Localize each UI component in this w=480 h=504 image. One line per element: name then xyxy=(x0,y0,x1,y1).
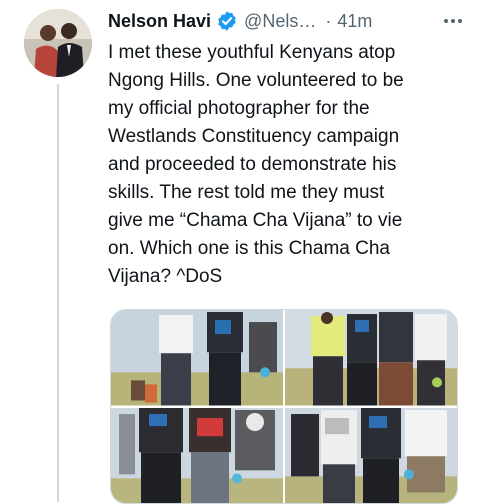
avatar[interactable] xyxy=(24,9,92,77)
photo-2[interactable] xyxy=(285,310,457,406)
photo-1[interactable] xyxy=(111,310,283,406)
verified-badge-icon xyxy=(216,10,238,32)
photo-4[interactable] xyxy=(285,407,457,503)
tweet-header: Nelson Havi @Nels… · 41m xyxy=(108,8,466,34)
media-grid xyxy=(110,309,458,504)
author-name[interactable]: Nelson Havi xyxy=(108,11,211,32)
more-options-icon[interactable] xyxy=(440,8,466,34)
thread-line xyxy=(57,84,59,502)
tweet-timestamp[interactable]: 41m xyxy=(337,11,372,32)
tweet-text: I met these youthful Kenyans atop Ngong … xyxy=(108,42,404,287)
photo-3[interactable] xyxy=(111,407,283,503)
author-handle[interactable]: @Nels… xyxy=(244,11,316,32)
separator-dot: · xyxy=(325,10,332,31)
